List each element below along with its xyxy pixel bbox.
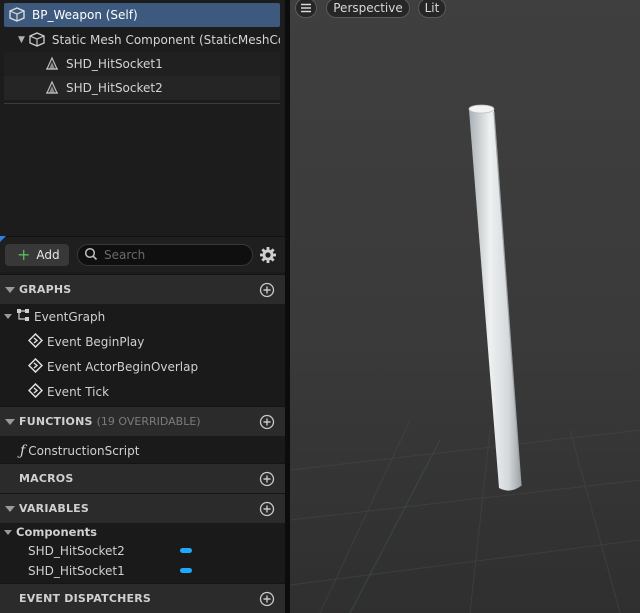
section-graphs[interactable]: GRAPHS (0, 274, 285, 304)
section-functions[interactable]: FUNCTIONS (19 OVERRIDABLE) (0, 406, 285, 436)
add-graph-icon[interactable] (259, 282, 275, 298)
variable-type-pill[interactable] (180, 568, 192, 573)
event-label: Event Tick (47, 384, 110, 399)
left-panel: BP_Weapon (Self) ▼ Static Mesh Component… (0, 0, 285, 613)
variable-label: SHD_HitSocket2 (28, 544, 125, 558)
collapse-caret-icon[interactable] (5, 476, 15, 482)
add-dispatcher-icon[interactable] (259, 591, 275, 607)
section-subtitle: (19 OVERRIDABLE) (96, 415, 201, 428)
search-box[interactable] (77, 244, 253, 266)
graph-event-item[interactable]: Event Tick (27, 379, 110, 404)
tree-item-static-mesh[interactable]: ▼ Static Mesh Component (StaticMeshCompo… (18, 28, 280, 52)
plus-icon: + (17, 245, 31, 264)
divider (4, 103, 280, 104)
section-title: MACROS (19, 472, 74, 485)
variable-item[interactable]: SHD_HitSocket1 (28, 561, 278, 581)
tree-item-label: SHD_HitSocket2 (66, 81, 163, 95)
section-variables[interactable]: VARIABLES (0, 493, 285, 523)
lit-button[interactable]: Lit (418, 0, 446, 18)
variable-category-label: Components (16, 525, 97, 539)
search-input[interactable] (104, 248, 244, 262)
add-function-icon[interactable] (259, 414, 275, 430)
hamburger-menu-icon (301, 3, 311, 13)
tree-item-label: Static Mesh Component (StaticMeshCompone… (51, 33, 280, 47)
section-title: EVENT DISPATCHERS (19, 592, 152, 605)
expand-arrow-icon[interactable]: ▼ (18, 35, 25, 45)
add-variable-icon[interactable] (259, 501, 275, 517)
section-title: GRAPHS (19, 283, 72, 296)
add-button-label: Add (36, 248, 60, 262)
function-icon: ƒ (20, 442, 26, 459)
variable-category[interactable]: Components (4, 523, 97, 541)
event-node-icon (27, 382, 44, 401)
static-mesh-icon (28, 31, 46, 50)
tree-item-socket[interactable]: SHD_HitSocket1 (4, 52, 280, 76)
event-node-icon (27, 357, 44, 376)
viewport-scene[interactable] (290, 0, 640, 613)
search-icon (84, 247, 98, 264)
add-macro-icon[interactable] (259, 471, 275, 487)
gear-icon[interactable] (258, 245, 278, 265)
function-label: ConstructionScript (28, 443, 140, 458)
add-button[interactable]: + Add (5, 244, 69, 266)
socket-icon (44, 55, 60, 74)
viewport-options-button[interactable] (295, 0, 317, 18)
collapse-caret-icon[interactable] (5, 505, 15, 512)
collapse-caret-icon[interactable] (5, 286, 15, 293)
collapse-caret-icon[interactable] (5, 596, 15, 602)
variable-label: SHD_HitSocket1 (28, 564, 125, 578)
tree-item-socket[interactable]: SHD_HitSocket2 (4, 76, 280, 100)
collapse-caret-icon[interactable] (5, 418, 15, 425)
event-label: Event BeginPlay (47, 334, 145, 349)
viewport[interactable]: Perspective Lit (290, 0, 640, 613)
variable-type-pill[interactable] (180, 548, 192, 553)
panel-corner-marker (0, 236, 6, 242)
section-title: FUNCTIONS (19, 415, 93, 428)
graph-item-eventgraph[interactable]: EventGraph (4, 304, 105, 329)
tree-item-self[interactable]: BP_Weapon (Self) (4, 3, 280, 27)
section-macros[interactable]: MACROS (0, 463, 285, 493)
perspective-button[interactable]: Perspective (326, 0, 410, 18)
blueprint-actor-icon (8, 6, 26, 25)
function-item[interactable]: ƒ ConstructionScript (20, 438, 139, 463)
collapse-caret-icon[interactable] (4, 529, 12, 535)
socket-icon (44, 79, 60, 98)
graph-event-item[interactable]: Event ActorBeginOverlap (27, 354, 199, 379)
collapse-caret-icon[interactable] (4, 314, 12, 319)
event-graph-icon (16, 308, 30, 325)
tree-item-label: SHD_HitSocket1 (66, 57, 163, 71)
graph-item-label: EventGraph (34, 309, 106, 324)
event-node-icon (27, 332, 44, 351)
section-title: VARIABLES (19, 502, 89, 515)
section-event-dispatchers[interactable]: EVENT DISPATCHERS (0, 583, 285, 613)
graph-event-item[interactable]: Event BeginPlay (27, 329, 145, 354)
components-tree: BP_Weapon (Self) ▼ Static Mesh Component… (0, 0, 285, 236)
tree-item-label: BP_Weapon (Self) (32, 8, 138, 22)
event-label: Event ActorBeginOverlap (47, 359, 199, 374)
variable-item[interactable]: SHD_HitSocket2 (28, 541, 278, 561)
